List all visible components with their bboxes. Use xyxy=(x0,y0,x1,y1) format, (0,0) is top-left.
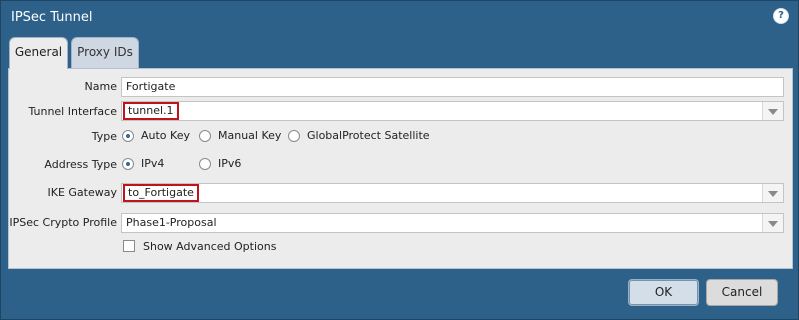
name-input[interactable]: Fortigate xyxy=(121,77,784,97)
ipsec-crypto-profile-value: Phase1-Proposal xyxy=(126,216,217,229)
show-advanced-options-checkbox[interactable] xyxy=(123,240,135,252)
ipsec-crypto-profile-label: IPSec Crypto Profile xyxy=(9,216,117,229)
type-radio-group: Auto Key Manual Key GlobalProtect Satell… xyxy=(122,129,522,145)
tunnel-interface-value: tunnel.1 xyxy=(123,102,179,120)
ike-gateway-value: to_Fortigate xyxy=(123,184,199,202)
address-type-ipv6-label: IPv6 xyxy=(218,157,242,170)
tab-proxy-ids[interactable]: Proxy IDs xyxy=(71,37,139,68)
address-type-ipv6-option[interactable]: IPv6 xyxy=(199,157,241,170)
cancel-button[interactable]: Cancel xyxy=(706,279,778,306)
radio-unchecked-icon[interactable] xyxy=(199,130,211,142)
radio-unchecked-icon[interactable] xyxy=(199,158,211,170)
name-label: Name xyxy=(84,80,117,93)
name-value: Fortigate xyxy=(126,80,176,93)
chevron-down-icon[interactable] xyxy=(762,102,783,120)
ike-gateway-select[interactable]: to_Fortigate xyxy=(121,183,784,203)
chevron-down-icon[interactable] xyxy=(762,184,783,202)
show-advanced-options-label[interactable]: Show Advanced Options xyxy=(143,240,276,253)
type-manual-key-option[interactable]: Manual Key xyxy=(199,129,281,142)
type-auto-key-option[interactable]: Auto Key xyxy=(122,129,190,142)
tunnel-interface-label: Tunnel Interface xyxy=(28,105,117,118)
address-type-radio-group: IPv4 IPv6 xyxy=(122,157,322,173)
ipsec-crypto-profile-select[interactable]: Phase1-Proposal xyxy=(121,213,784,233)
type-globalprotect-satellite-option[interactable]: GlobalProtect Satellite xyxy=(288,129,430,142)
address-type-label: Address Type xyxy=(44,158,117,171)
address-type-ipv4-label: IPv4 xyxy=(141,157,165,170)
radio-checked-icon[interactable] xyxy=(122,130,134,142)
tab-general[interactable]: General xyxy=(9,37,68,69)
address-type-ipv4-option[interactable]: IPv4 xyxy=(122,157,164,170)
ipsec-tunnel-dialog: IPSec Tunnel ? General Proxy IDs Name Fo… xyxy=(0,0,799,320)
type-globalprotect-satellite-label: GlobalProtect Satellite xyxy=(307,129,430,142)
type-auto-key-label: Auto Key xyxy=(141,129,190,142)
ike-gateway-label: IKE Gateway xyxy=(47,186,118,199)
radio-checked-icon[interactable] xyxy=(122,158,134,170)
type-manual-key-label: Manual Key xyxy=(218,129,282,142)
ok-button[interactable]: OK xyxy=(628,279,699,306)
radio-unchecked-icon[interactable] xyxy=(288,130,300,142)
tunnel-interface-select[interactable]: tunnel.1 xyxy=(121,101,784,121)
title-bar: IPSec Tunnel ? xyxy=(1,1,798,35)
help-icon[interactable]: ? xyxy=(774,9,788,23)
dialog-title: IPSec Tunnel xyxy=(11,10,93,25)
type-label: Type xyxy=(91,130,117,143)
chevron-down-icon[interactable] xyxy=(762,214,783,232)
general-panel: Name Fortigate Tunnel Interface tunnel.1… xyxy=(8,68,793,269)
